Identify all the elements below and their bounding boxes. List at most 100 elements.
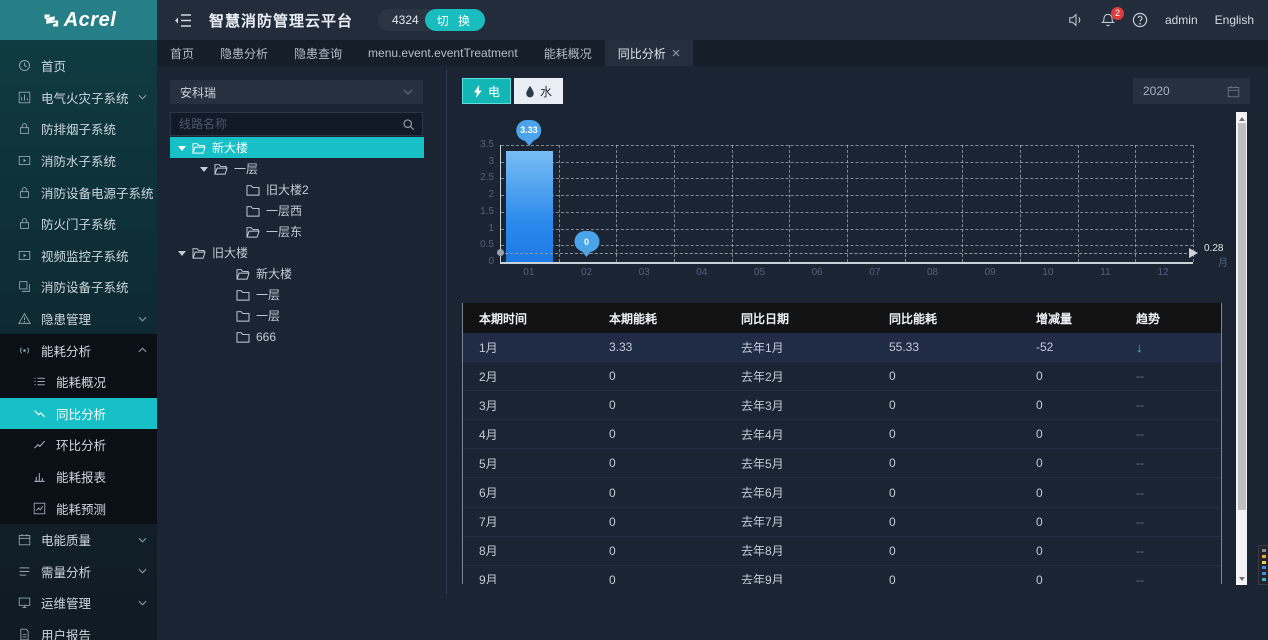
v-grid-line — [616, 145, 617, 262]
sidebar-menu: 首页电气火灾子系统防排烟子系统消防水子系统消防设备电源子系统防火门子系统视频监控… — [0, 40, 157, 640]
tab-1[interactable]: 隐患分析 — [207, 40, 281, 66]
sidebar-item[interactable]: 消防设备子系统 — [0, 271, 157, 303]
tab-4[interactable]: 能耗概况 — [531, 40, 605, 66]
tree-node[interactable]: 666 — [170, 326, 424, 347]
data-pin-tail — [524, 140, 534, 151]
tree-node[interactable]: 旧大楼 — [170, 242, 424, 263]
sidebar-item[interactable]: 消防水子系统 — [0, 145, 157, 177]
tree-node[interactable]: 一层 — [170, 305, 424, 326]
caret-down-icon[interactable] — [178, 249, 186, 257]
water-toggle-button[interactable]: 水 — [514, 78, 563, 104]
sidebar-item-label: 运维管理 — [41, 593, 91, 612]
folder-closed-icon — [246, 184, 260, 196]
sidebar-collapse-button[interactable] — [174, 13, 192, 28]
electric-toggle-button[interactable]: 电 — [462, 78, 511, 104]
lock-icon — [18, 217, 31, 230]
table-row[interactable]: 2月0去年2月00-- — [463, 362, 1221, 391]
tab-label: 隐患分析 — [220, 45, 268, 62]
water-drop-icon — [525, 85, 535, 98]
table-cell: 0 — [873, 573, 1020, 584]
tab-5[interactable]: 同比分析 — [605, 40, 693, 66]
tree-node-label: 一层 — [234, 160, 258, 177]
data-pin-value: 3.33 — [516, 120, 542, 141]
x-axis-label: 07 — [855, 267, 895, 278]
scrollbar-thumb[interactable] — [1238, 123, 1246, 510]
vertical-scrollbar[interactable] — [1236, 112, 1247, 585]
table-row[interactable]: 6月0去年6月00-- — [463, 478, 1221, 507]
sidebar-item[interactable]: 首页 — [0, 50, 157, 82]
table-row[interactable]: 3月0去年3月00-- — [463, 391, 1221, 420]
table-cell: 0 — [593, 515, 725, 529]
tree-indent-spacer — [222, 312, 230, 320]
sidebar-item[interactable]: 视频监控子系统 — [0, 240, 157, 272]
sidebar-subitem[interactable]: 能耗预测 — [0, 492, 157, 524]
sidebar-item[interactable]: 电能质量 — [0, 524, 157, 556]
volume-icon[interactable] — [1068, 12, 1084, 28]
search-button[interactable] — [394, 113, 422, 135]
sidebar-item[interactable]: 电气火灾子系统 — [0, 82, 157, 114]
tree-node[interactable]: 一层西 — [170, 200, 424, 221]
close-icon[interactable] — [672, 49, 680, 57]
list-alt-icon — [18, 565, 31, 578]
sidebar-item[interactable]: 运维管理 — [0, 587, 157, 619]
table-row[interactable]: 4月0去年4月00-- — [463, 420, 1221, 449]
user-menu[interactable]: admin — [1165, 13, 1198, 27]
sidebar-item[interactable]: 隐患管理 — [0, 303, 157, 335]
tab-0[interactable]: 首页 — [157, 40, 207, 66]
sidebar-item-label: 首页 — [41, 56, 66, 75]
table-row[interactable]: 8月0去年8月00-- — [463, 537, 1221, 566]
reference-value-label: 0.28 — [1204, 243, 1223, 254]
notification-count-badge: 2 — [1111, 7, 1124, 20]
table-row[interactable]: 5月0去年5月00-- — [463, 449, 1221, 478]
x-axis-label: 03 — [624, 267, 664, 278]
tree-node[interactable]: 旧大楼2 — [170, 179, 424, 200]
sidebar-item-label: 隐患管理 — [41, 309, 91, 328]
sidebar-item[interactable]: 能耗分析 — [0, 334, 157, 366]
sidebar-subitem[interactable]: 能耗概况 — [0, 366, 157, 398]
notifications-button[interactable]: 2 — [1101, 12, 1115, 28]
sidebar-item-label: 同比分析 — [56, 404, 106, 423]
search-input[interactable] — [171, 117, 394, 131]
switch-button[interactable]: 切 换 — [425, 9, 485, 31]
tree-node[interactable]: 新大楼 — [170, 137, 424, 158]
table-row[interactable]: 1月3.33去年1月55.33-52↓ — [463, 333, 1221, 362]
trend-cell: -- — [1120, 456, 1221, 470]
sidebar-item-label: 消防水子系统 — [41, 151, 116, 170]
scrollbar-down-arrow[interactable] — [1236, 575, 1247, 585]
sidebar-item[interactable]: 消防设备电源子系统 — [0, 176, 157, 208]
caret-down-icon[interactable] — [200, 165, 208, 173]
trend-cell: -- — [1120, 486, 1221, 500]
tree-node[interactable]: 一层东 — [170, 221, 424, 242]
tree-node[interactable]: 新大楼 — [170, 263, 424, 284]
panel-divider — [446, 70, 447, 594]
table-cell: 去年4月 — [725, 426, 873, 443]
scrollbar-up-arrow[interactable] — [1236, 112, 1247, 122]
tab-2[interactable]: 隐患查询 — [281, 40, 355, 66]
tab-3[interactable]: menu.event.eventTreatment — [355, 40, 531, 66]
folder-closed-icon — [236, 289, 250, 301]
v-grid-line — [1193, 145, 1194, 262]
reference-arrow-icon — [1189, 248, 1203, 258]
tree-node[interactable]: 一层 — [170, 284, 424, 305]
folder-open-icon — [192, 247, 206, 259]
sidebar-item[interactable]: 防排烟子系统 — [0, 113, 157, 145]
tree-node[interactable]: 一层 — [170, 158, 424, 179]
year-picker[interactable]: 2020 — [1133, 78, 1250, 104]
organization-dropdown[interactable]: 安科瑞 — [170, 80, 423, 104]
caret-down-icon[interactable] — [178, 144, 186, 152]
y-axis-label: 2 — [462, 189, 494, 200]
sidebar-subitem[interactable]: 能耗报表 — [0, 461, 157, 493]
sidebar-item[interactable]: 用户报告 — [0, 619, 157, 640]
electric-toggle-label: 电 — [488, 83, 500, 100]
language-switcher[interactable]: English — [1215, 13, 1254, 27]
sidebar-group: 能耗分析能耗概况同比分析环比分析能耗报表能耗预测 — [0, 334, 157, 524]
sidebar-subitem[interactable]: 同比分析 — [0, 398, 157, 430]
sidebar-subitem[interactable]: 环比分析 — [0, 429, 157, 461]
top-header: Acrel 智慧消防管理云平台 4324 切 换 2 admin English — [0, 0, 1268, 40]
table-row[interactable]: 7月0去年7月00-- — [463, 508, 1221, 537]
help-icon[interactable] — [1132, 12, 1148, 28]
chevron-down-icon — [403, 89, 413, 95]
sidebar-item[interactable]: 防火门子系统 — [0, 208, 157, 240]
sidebar-item[interactable]: 需量分析 — [0, 556, 157, 588]
table-row[interactable]: 9月0去年9月00-- — [463, 566, 1221, 584]
